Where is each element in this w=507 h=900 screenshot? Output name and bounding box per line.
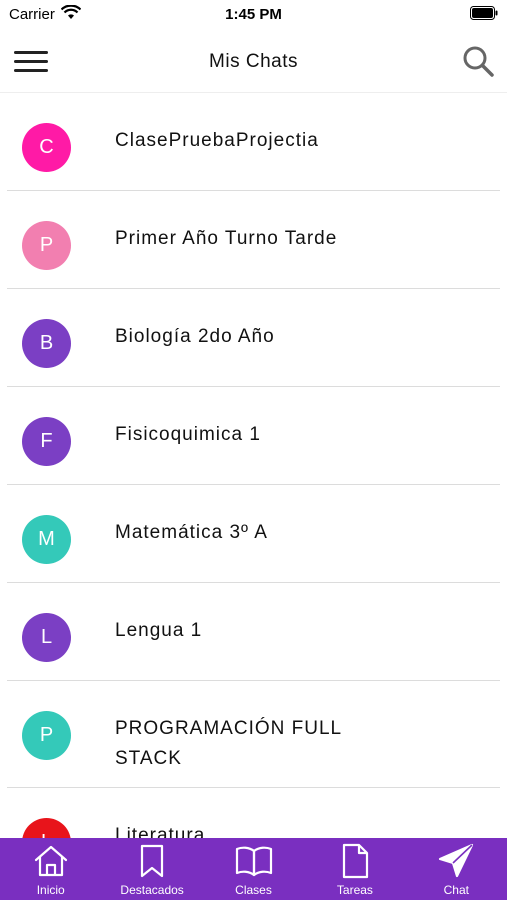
avatar: L [22,818,71,838]
tab-label: Chat [443,883,469,897]
document-icon [342,843,369,879]
tab-tareas[interactable]: Tareas [304,838,405,900]
app-header: Mis Chats [0,30,507,92]
chat-name: Primer Año Turno Tarde [115,228,338,249]
chat-item[interactable]: M Matemática 3º A [7,485,500,583]
chat-item[interactable]: L Literatura [7,788,500,838]
tab-inicio[interactable]: Inicio [0,838,101,900]
chat-name: Fisicoquimica 1 [115,424,261,445]
tab-label: Inicio [36,883,65,897]
chat-item[interactable]: P PROGRAMACIÓN FULL STACK [7,681,500,788]
chat-name: Matemática 3º A [115,522,268,543]
send-icon [439,843,474,878]
chat-item[interactable]: P Primer Año Turno Tarde [7,191,500,289]
home-icon [34,845,67,877]
tab-bar: Inicio Destacados Clases Tareas Chat [0,838,507,900]
avatar: C [22,123,71,172]
chat-item[interactable]: F Fisicoquimica 1 [7,387,500,485]
search-icon[interactable] [461,44,495,78]
tab-label: Tareas [336,883,373,897]
chat-name: ClasePruebaProjectia [115,130,319,151]
menu-button[interactable] [14,47,50,77]
avatar: F [22,417,71,466]
avatar: B [22,319,71,368]
status-time: 1:45 PM [225,6,282,23]
chat-list: C ClasePruebaProjectia P Primer Año Turn… [0,92,507,838]
battery-icon [470,6,498,20]
chat-name: PROGRAMACIÓN FULL STACK [115,718,342,769]
chat-item[interactable]: C ClasePruebaProjectia [7,93,500,191]
bookmark-icon [141,844,164,878]
chat-item[interactable]: L Lengua 1 [7,583,500,681]
tab-label: Destacados [120,883,184,897]
avatar: P [22,221,71,270]
chat-name: Biología 2do Año [115,326,275,347]
avatar: M [22,515,71,564]
tab-chat[interactable]: Chat [406,838,507,900]
avatar: P [22,711,71,760]
chat-name: Literatura [115,825,206,838]
tab-destacados[interactable]: Destacados [101,838,202,900]
page-title: Mis Chats [209,51,298,72]
tab-clases[interactable]: Clases [203,838,304,900]
book-icon [235,846,272,877]
chat-item[interactable]: B Biología 2do Año [7,289,500,387]
avatar: L [22,613,71,662]
status-bar: Carrier 1:45 PM [0,0,507,30]
chat-name: Lengua 1 [115,620,203,641]
tab-label: Clases [235,883,272,897]
